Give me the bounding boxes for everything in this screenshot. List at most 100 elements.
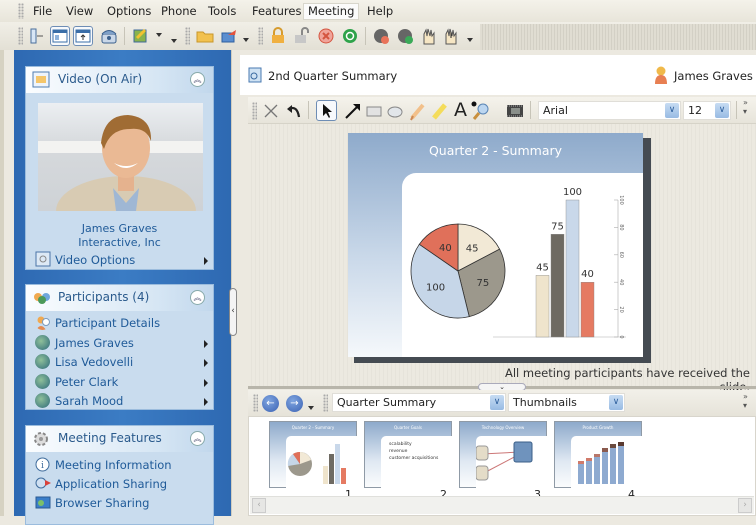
collapse-features-button[interactable]: ︽ <box>190 431 205 446</box>
toolbar-grip[interactable] <box>323 394 328 412</box>
highlighter-tool-icon[interactable] <box>430 101 448 121</box>
scroll-right-button[interactable]: › <box>738 498 752 513</box>
select-tool-button[interactable] <box>316 100 337 121</box>
lock-icon[interactable] <box>268 26 288 46</box>
toolbar-overflow-icon[interactable] <box>171 39 177 43</box>
slide-thumbnail-2[interactable]: Quarter Goals scalability revenue custom… <box>364 421 453 488</box>
delete-icon[interactable] <box>262 102 280 120</box>
slide-thumbnail-1[interactable]: Quarter 2 - Summary <box>269 421 358 488</box>
share-dropdown-icon[interactable] <box>243 38 249 42</box>
toolbar-grip[interactable] <box>185 27 190 45</box>
meeting-features-title: Meeting Features <box>58 431 162 445</box>
chevron-down-icon[interactable]: ∨ <box>609 395 623 410</box>
chevron-down-icon[interactable]: ∨ <box>715 103 729 118</box>
unmute-all-icon[interactable] <box>395 26 415 46</box>
share-icon[interactable] <box>219 26 239 46</box>
toolbar-grip[interactable] <box>252 102 257 120</box>
phone-icon[interactable] <box>99 26 119 46</box>
pencil-tool-icon[interactable] <box>408 101 426 121</box>
menu-features[interactable]: Features <box>248 3 305 20</box>
participant-name: James Graves <box>55 336 134 350</box>
thumbnail-title: Quarter Goals <box>394 425 422 430</box>
thumbnail-content <box>286 436 358 488</box>
sidebar-splitter[interactable] <box>231 50 239 516</box>
text-tool-icon[interactable]: A <box>454 99 467 121</box>
sidebar: Video (On Air) ︽ James Graves Interactiv… <box>14 50 231 525</box>
thumbnail-scrollbar[interactable]: ‹ › <box>250 496 754 514</box>
mute-all-icon[interactable] <box>371 26 391 46</box>
next-slide-button[interactable]: → <box>286 395 303 412</box>
toolbar-overflow-icon[interactable] <box>467 38 473 42</box>
thumbnail-growth-chart-image <box>578 442 624 484</box>
thumbnail-title: Product Growth <box>582 425 614 430</box>
layout-normal-icon[interactable] <box>50 26 70 46</box>
font-size-select[interactable]: 12 ∨ <box>683 101 731 120</box>
menu-grip[interactable] <box>18 3 24 19</box>
open-folder-icon[interactable] <box>195 26 215 46</box>
video-options-item[interactable]: Video Options <box>35 251 210 269</box>
gear-icon <box>34 432 48 446</box>
toolbar-grip[interactable] <box>253 394 258 412</box>
toolbar-separator <box>530 101 531 119</box>
menu-tools[interactable]: Tools <box>204 3 240 20</box>
view-mode-select[interactable]: Thumbnails ∨ <box>508 393 625 412</box>
video-panel-header[interactable]: Video (On Air) ︽ <box>26 67 213 93</box>
pie-slice-label: 40 <box>439 243 452 254</box>
meeting-information-item[interactable]: i Meeting Information <box>35 456 210 474</box>
rectangle-tool-icon[interactable] <box>365 102 383 120</box>
arrow-tool-icon[interactable] <box>343 101 363 121</box>
annotate-dropdown-icon[interactable] <box>156 33 162 37</box>
collapse-participants-button[interactable]: ︽ <box>190 290 205 305</box>
nav-dropdown-icon[interactable] <box>308 406 314 410</box>
pointer-zoom-tool-icon[interactable] <box>470 100 490 120</box>
submenu-arrow-icon <box>204 340 208 348</box>
end-meeting-icon[interactable] <box>316 26 336 46</box>
toolbar-overflow-icon[interactable]: » ▾ <box>743 98 748 116</box>
slide-thumbnail-3[interactable]: Technology Overview <box>459 421 548 488</box>
menu-options[interactable]: Options <box>103 3 155 20</box>
participant-video-image <box>38 115 203 246</box>
presentation-select[interactable]: Quarter Summary ∨ <box>332 393 506 412</box>
layout-presenter-icon[interactable] <box>73 26 93 46</box>
menu-phone[interactable]: Phone <box>157 3 201 20</box>
scroll-left-button[interactable]: ‹ <box>252 498 266 513</box>
font-family-select[interactable]: Arial ∨ <box>538 101 681 120</box>
raise-hand-icon[interactable] <box>419 26 439 46</box>
annotate-icon[interactable] <box>131 26 151 46</box>
layout-sidebar-icon[interactable] <box>27 26 47 46</box>
previous-slide-button[interactable]: ← <box>262 395 279 412</box>
menu-meeting[interactable]: Meeting <box>303 3 360 20</box>
meeting-features-header[interactable]: Meeting Features ︽ <box>26 426 213 452</box>
participant-item[interactable]: Lisa Vedovelli <box>35 353 210 371</box>
participants-panel-header[interactable]: Participants (4) ︽ <box>26 285 213 311</box>
film-tool-icon[interactable] <box>506 103 524 119</box>
chevron-down-icon[interactable]: ∨ <box>490 395 504 410</box>
ellipse-tool-icon[interactable] <box>386 102 404 120</box>
participant-item[interactable]: Sarah Mood <box>35 392 210 410</box>
bar-value-label: 45 <box>536 262 549 273</box>
toolbar-grip[interactable] <box>18 27 23 45</box>
start-icon[interactable] <box>340 26 360 46</box>
participants-panel: Participants (4) ︽ Participant Details J… <box>25 284 214 410</box>
participant-item[interactable]: Peter Clark <box>35 373 210 391</box>
browser-sharing-item[interactable]: Browser Sharing <box>35 494 210 512</box>
lower-hand-icon[interactable] <box>441 26 461 46</box>
unlock-icon[interactable] <box>292 26 312 46</box>
video-icon <box>32 71 50 88</box>
slide-thumbnail-4[interactable]: Product Growth <box>554 421 643 488</box>
toolbar-grip[interactable] <box>258 27 263 45</box>
application-sharing-item[interactable]: Application Sharing <box>35 475 210 493</box>
menu-help[interactable]: Help <box>363 3 397 20</box>
participant-details-item[interactable]: Participant Details <box>35 314 210 332</box>
participant-item[interactable]: James Graves <box>35 334 210 352</box>
collapse-video-button[interactable]: ︽ <box>190 72 205 87</box>
bar-value-label: 100 <box>563 187 582 198</box>
undo-icon[interactable] <box>285 102 303 120</box>
collapse-sidebar-handle[interactable]: ‹ <box>229 288 237 336</box>
chevron-down-icon[interactable]: ∨ <box>665 103 679 118</box>
menu-file[interactable]: File <box>29 3 56 20</box>
video-feed <box>38 103 203 246</box>
toolbar-separator <box>365 27 366 45</box>
toolbar-overflow-icon[interactable]: » ▾ <box>743 392 748 410</box>
menu-view[interactable]: View <box>62 3 97 20</box>
